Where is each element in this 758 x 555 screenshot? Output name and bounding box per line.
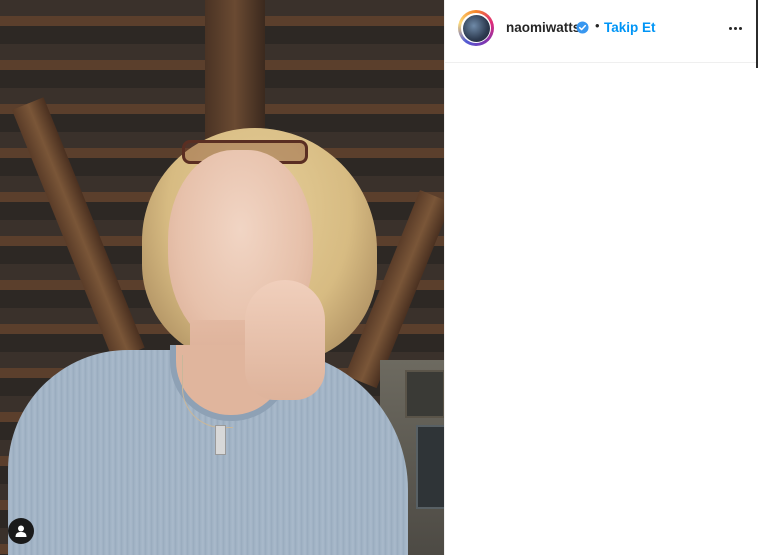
separator-dot: •	[595, 18, 600, 33]
verified-badge-icon	[576, 21, 589, 34]
more-horizontal-icon	[728, 26, 732, 30]
post-photo[interactable]	[0, 0, 444, 555]
wall-picture	[416, 425, 444, 509]
follow-button[interactable]: Takip Et	[604, 20, 656, 35]
wall-picture	[405, 370, 444, 418]
hand	[245, 280, 325, 400]
post-header: naomiwatts • Takip Et	[445, 0, 758, 63]
ceiling-beam	[205, 0, 265, 140]
username-link[interactable]: naomiwatts	[506, 20, 580, 35]
more-options-button[interactable]	[723, 18, 747, 38]
necklace-pendant	[215, 425, 226, 455]
avatar-image	[462, 14, 490, 42]
post-side-panel: naomiwatts • Takip Et	[444, 0, 758, 555]
profile-avatar[interactable]	[458, 10, 494, 46]
tag-people-button[interactable]	[8, 518, 34, 544]
user-icon	[15, 525, 27, 537]
